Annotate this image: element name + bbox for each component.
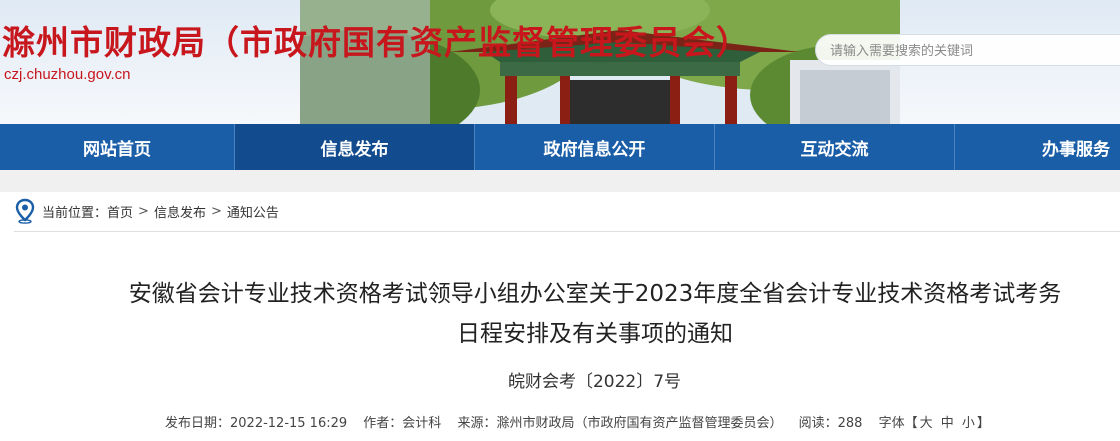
nav-item-gov-info-public[interactable]: 政府信息公开: [475, 124, 715, 170]
nav-item-info-release[interactable]: 信息发布: [235, 124, 475, 170]
font-size-label: 字体【: [878, 416, 918, 431]
nav-item-interaction[interactable]: 互动交流: [715, 124, 955, 170]
breadcrumb: 当前位置： 首页 > 信息发布 > 通知公告: [14, 198, 279, 224]
breadcrumb-info-release[interactable]: 信息发布: [154, 202, 206, 221]
article-title-line-2: 日程安排及有关事项的通知: [457, 321, 733, 347]
breadcrumb-home[interactable]: 首页: [107, 202, 133, 221]
source: 来源：滁州市财政局（市政府国有资产监督管理委员会）: [457, 416, 783, 431]
font-medium-link[interactable]: 中: [941, 416, 954, 431]
font-small-link[interactable]: 小: [962, 416, 975, 431]
nav-divider-strip: [0, 170, 1120, 192]
font-large-link[interactable]: 大: [920, 416, 933, 431]
breadcrumb-separator: >: [210, 203, 222, 219]
font-size-control: 字体【大 中 小】: [879, 416, 990, 431]
location-pin-icon: [15, 198, 35, 224]
view-count: 阅读：288: [798, 416, 863, 431]
article-title-line-1: 安徽省会计专业技术资格考试领导小组办公室关于2023年度全省会计专业技术资格考试…: [128, 281, 1062, 307]
publish-date: 发布日期：2022-12-15 16:29: [165, 416, 348, 431]
search-box: [815, 34, 1120, 66]
site-header: 滁州市财政局（市政府国有资产监督管理委员会） czj.chuzhou.gov.c…: [0, 0, 1120, 124]
nav-item-services[interactable]: 办事服务: [955, 124, 1120, 170]
nav-item-home[interactable]: 网站首页: [0, 124, 235, 170]
breadcrumb-divider: [14, 231, 1120, 232]
breadcrumb-notices[interactable]: 通知公告: [227, 202, 279, 221]
font-size-bracket: 】: [976, 416, 990, 431]
breadcrumb-prefix: 当前位置：: [42, 205, 108, 221]
article-title: 安徽省会计专业技术资格考试领导小组办公室关于2023年度全省会计专业技术资格考试…: [40, 274, 1120, 354]
site-domain: czj.chuzhou.gov.cn: [4, 66, 131, 83]
site-title: 滁州市财政局（市政府国有资产监督管理委员会）: [2, 23, 750, 62]
author: 作者：会计科: [363, 416, 442, 431]
document-number: 皖财会考〔2022〕7号: [507, 372, 682, 392]
search-input[interactable]: [830, 40, 1110, 62]
article-meta: 发布日期：2022-12-15 16:29 作者：会计科 来源：滁州市财政局（市…: [165, 412, 1002, 431]
main-nav: 网站首页 信息发布 政府信息公开 互动交流 办事服务: [0, 124, 1120, 170]
breadcrumb-separator: >: [138, 203, 149, 219]
